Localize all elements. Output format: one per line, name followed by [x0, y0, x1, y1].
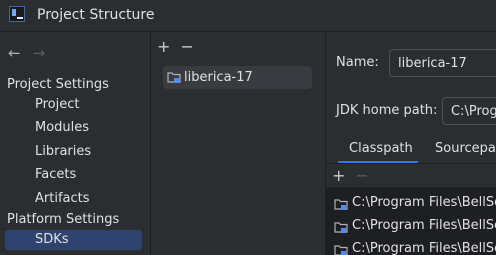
window-title: Project Structure [37, 7, 155, 23]
classpath-list[interactable]: C:\Program Files\BellSoft C:\Program Fil… [326, 188, 496, 255]
sdk-list-toolbar: + − [157, 37, 194, 56]
sidebar-item-libraries[interactable]: Libraries [35, 144, 91, 159]
jar-folder-icon [334, 222, 348, 233]
add-sdk-icon[interactable]: + [157, 37, 170, 56]
remove-sdk-icon[interactable]: − [180, 37, 193, 56]
sidebar-item-artifacts[interactable]: Artifacts [35, 191, 90, 206]
title-bar: Project Structure [0, 0, 496, 32]
classpath-toolbar: + − [332, 166, 369, 185]
jar-folder-icon [334, 199, 348, 210]
nav-arrows: ← → [8, 44, 45, 62]
sdk-details-panel: Name: JDK home path: Classpath Sourcepat… [326, 32, 496, 255]
sidebar-item-project[interactable]: Project [35, 97, 79, 112]
sidebar-item-facets[interactable]: Facets [35, 167, 76, 182]
sdk-list-item[interactable]: liberica-17 [163, 66, 312, 89]
back-arrow-icon[interactable]: ← [8, 44, 21, 62]
intellij-app-icon [9, 6, 25, 22]
classpath-row-label: C:\Program Files\BellSoft [352, 218, 496, 233]
sidebar-group-project-settings: Project Settings [7, 77, 109, 92]
sdk-list-panel: + − liberica-17 [151, 32, 325, 255]
settings-sidebar: ← → Project Settings Project Modules Lib… [0, 32, 150, 255]
tab-sourcepath[interactable]: Sourcepath [435, 141, 496, 156]
jar-folder-icon [334, 245, 348, 255]
jdk-home-path-input[interactable] [442, 97, 496, 125]
folder-icon [167, 72, 181, 83]
tab-classpath[interactable]: Classpath [349, 141, 413, 156]
sdk-item-label: liberica-17 [184, 70, 253, 85]
remove-classpath-icon[interactable]: − [355, 166, 368, 185]
sidebar-item-sdks[interactable]: SDKs [35, 232, 69, 247]
tabs-divider [326, 163, 496, 164]
classpath-row-label: C:\Program Files\BellSoft [352, 241, 496, 255]
sidebar-group-platform-settings: Platform Settings [7, 212, 120, 227]
classpath-row-label: C:\Program Files\BellSoft [352, 195, 496, 210]
add-classpath-icon[interactable]: + [332, 166, 345, 185]
sdk-name-input[interactable] [389, 49, 496, 77]
sidebar-selection-highlight [5, 230, 142, 250]
sidebar-item-modules[interactable]: Modules [35, 120, 89, 135]
jdk-home-path-label: JDK home path: [336, 103, 438, 118]
name-label: Name: [336, 55, 379, 70]
forward-arrow-icon[interactable]: → [33, 44, 46, 62]
